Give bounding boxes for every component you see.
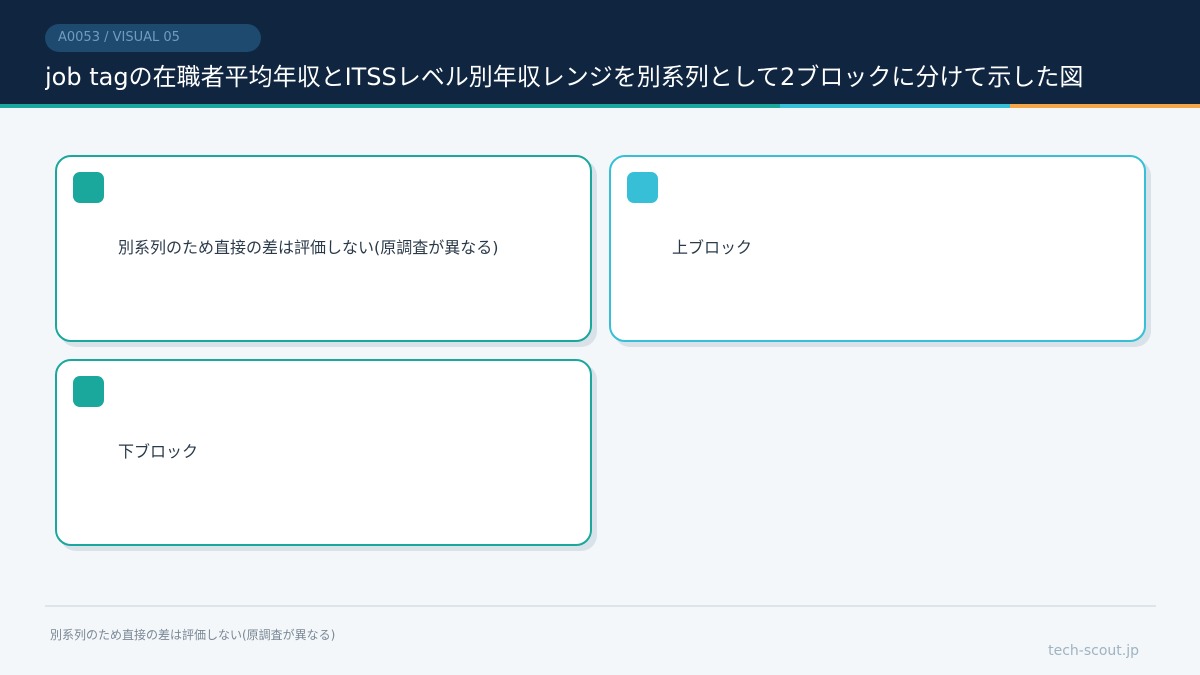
card-text: 下ブロック	[118, 442, 199, 461]
card-lower-block: 下ブロック	[55, 359, 592, 546]
footer-divider	[45, 605, 1156, 607]
page-title: job tagの在職者平均年収とITSSレベル別年収レンジを別系列として2ブロッ…	[45, 63, 1084, 91]
card-text: 上ブロック	[672, 238, 753, 257]
accent-bar-orange	[1010, 104, 1200, 108]
footnote: 別系列のため直接の差は評価しない(原調査が異なる)	[50, 628, 336, 642]
card-marker	[627, 172, 658, 203]
card-text: 別系列のため直接の差は評価しない(原調査が異なる)	[118, 238, 499, 257]
accent-bar-teal	[0, 104, 780, 108]
slide-id-badge: A0053 / VISUAL 05	[45, 24, 261, 52]
footer-brand: tech-scout.jp	[1048, 643, 1139, 659]
card-upper-block: 上ブロック	[609, 155, 1146, 342]
accent-bar-cyan	[780, 104, 1010, 108]
card-marker	[73, 172, 104, 203]
card-note: 別系列のため直接の差は評価しない(原調査が異なる)	[55, 155, 592, 342]
card-marker	[73, 376, 104, 407]
header: A0053 / VISUAL 05 job tagの在職者平均年収とITSSレベ…	[0, 0, 1200, 104]
